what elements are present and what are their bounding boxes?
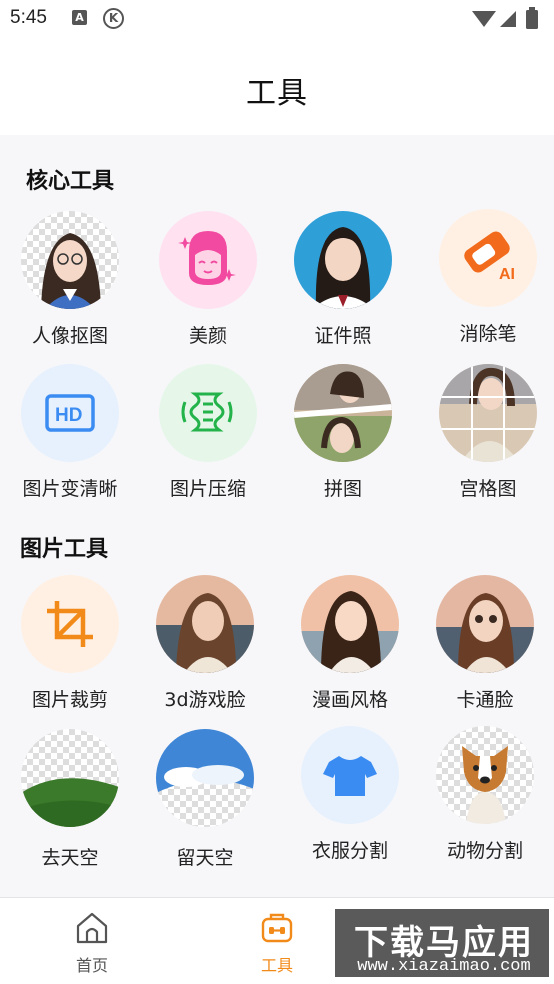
watermark-url: www.xiazaimao.com — [357, 957, 531, 976]
tool-comic-style[interactable]: 漫画风格 — [280, 575, 420, 715]
tool-collage[interactable]: 拼图 — [273, 364, 413, 504]
nav-tools-label: 工具 — [260, 956, 293, 975]
tool-crop[interactable]: 图片裁剪 — [0, 575, 140, 715]
tools-content[interactable]: 核心工具 人像抠图 美颜 证件照 AI 消除笔 HD 图片变清晰 图片压缩 拼图… — [0, 135, 554, 897]
tool-game-face[interactable]: 3d游戏脸 — [135, 575, 275, 715]
tool-cartoon-face[interactable]: 卡通脸 — [415, 575, 554, 715]
tool-label: 留天空 — [176, 847, 234, 869]
tool-id-photo[interactable]: 证件照 — [273, 211, 413, 351]
id-photo-icon — [294, 211, 392, 309]
svg-text:HD: HD — [55, 405, 82, 426]
section-title-image: 图片工具 — [20, 537, 109, 562]
tool-label: 宫格图 — [459, 478, 517, 500]
tool-grid-image[interactable]: 宫格图 — [418, 364, 554, 504]
tool-label: 拼图 — [323, 478, 362, 500]
ai-eraser-icon: AI — [439, 209, 537, 307]
notification-k-icon: K — [103, 8, 124, 29]
beauty-face-icon — [159, 211, 257, 309]
tool-label: 漫画风格 — [311, 689, 388, 711]
remove-sky-icon — [21, 729, 119, 827]
svg-text:AI: AI — [499, 266, 515, 283]
tool-label: 人像抠图 — [31, 325, 108, 347]
comic-style-icon — [301, 575, 399, 673]
tool-remove-sky[interactable]: 去天空 — [0, 729, 140, 869]
collage-icon — [294, 364, 392, 462]
notification-a-icon: A — [72, 10, 87, 25]
tool-keep-sky[interactable]: 留天空 — [135, 729, 275, 869]
section-title-core: 核心工具 — [26, 169, 115, 194]
tool-label: 图片裁剪 — [31, 689, 108, 711]
tool-label: 图片变清晰 — [22, 478, 118, 500]
tool-ai-eraser[interactable]: AI 消除笔 — [418, 209, 554, 349]
tool-compress[interactable]: 图片压缩 — [138, 364, 278, 504]
watermark-logo: 下载马应用 www.xiazaimao.com — [333, 907, 551, 979]
animal-segment-icon — [436, 726, 534, 824]
tool-hd[interactable]: HD 图片变清晰 — [0, 364, 140, 504]
nav-home-label: 首页 — [75, 956, 108, 975]
header: 工具 — [0, 38, 554, 135]
tool-label: 消除笔 — [459, 323, 517, 345]
crop-icon — [21, 575, 119, 673]
cartoon-face-icon — [436, 575, 534, 673]
home-icon — [76, 912, 108, 944]
nav-home[interactable]: 首页 — [32, 898, 152, 984]
tool-label: 证件照 — [314, 325, 372, 347]
tool-animal-segment[interactable]: 动物分割 — [415, 726, 554, 866]
tool-label: 3d游戏脸 — [164, 689, 246, 711]
portrait-cutout-icon — [21, 211, 119, 309]
tool-label: 动物分割 — [446, 840, 523, 862]
signal-battery-icons — [472, 7, 538, 29]
status-bar: 5:45 A K — [0, 0, 554, 38]
nav-tools[interactable]: 工具 — [217, 898, 337, 984]
game-face-icon — [156, 575, 254, 673]
tool-label: 衣服分割 — [311, 840, 388, 862]
tool-label: 美颜 — [188, 325, 227, 347]
status-time: 5:45 — [10, 7, 47, 28]
tool-label: 图片压缩 — [169, 478, 246, 500]
page-title: 工具 — [246, 76, 308, 111]
tool-portrait-cutout[interactable]: 人像抠图 — [0, 211, 140, 351]
grid-image-icon — [439, 364, 537, 462]
clothing-segment-icon — [301, 726, 399, 824]
toolbox-icon — [261, 913, 293, 943]
hd-icon: HD — [21, 364, 119, 462]
tool-beauty[interactable]: 美颜 — [138, 211, 278, 351]
tool-label: 卡通脸 — [456, 689, 514, 711]
compress-icon — [159, 364, 257, 462]
tool-label: 去天空 — [41, 847, 99, 869]
keep-sky-icon — [156, 729, 254, 827]
tool-clothing-segment[interactable]: 衣服分割 — [280, 726, 420, 866]
